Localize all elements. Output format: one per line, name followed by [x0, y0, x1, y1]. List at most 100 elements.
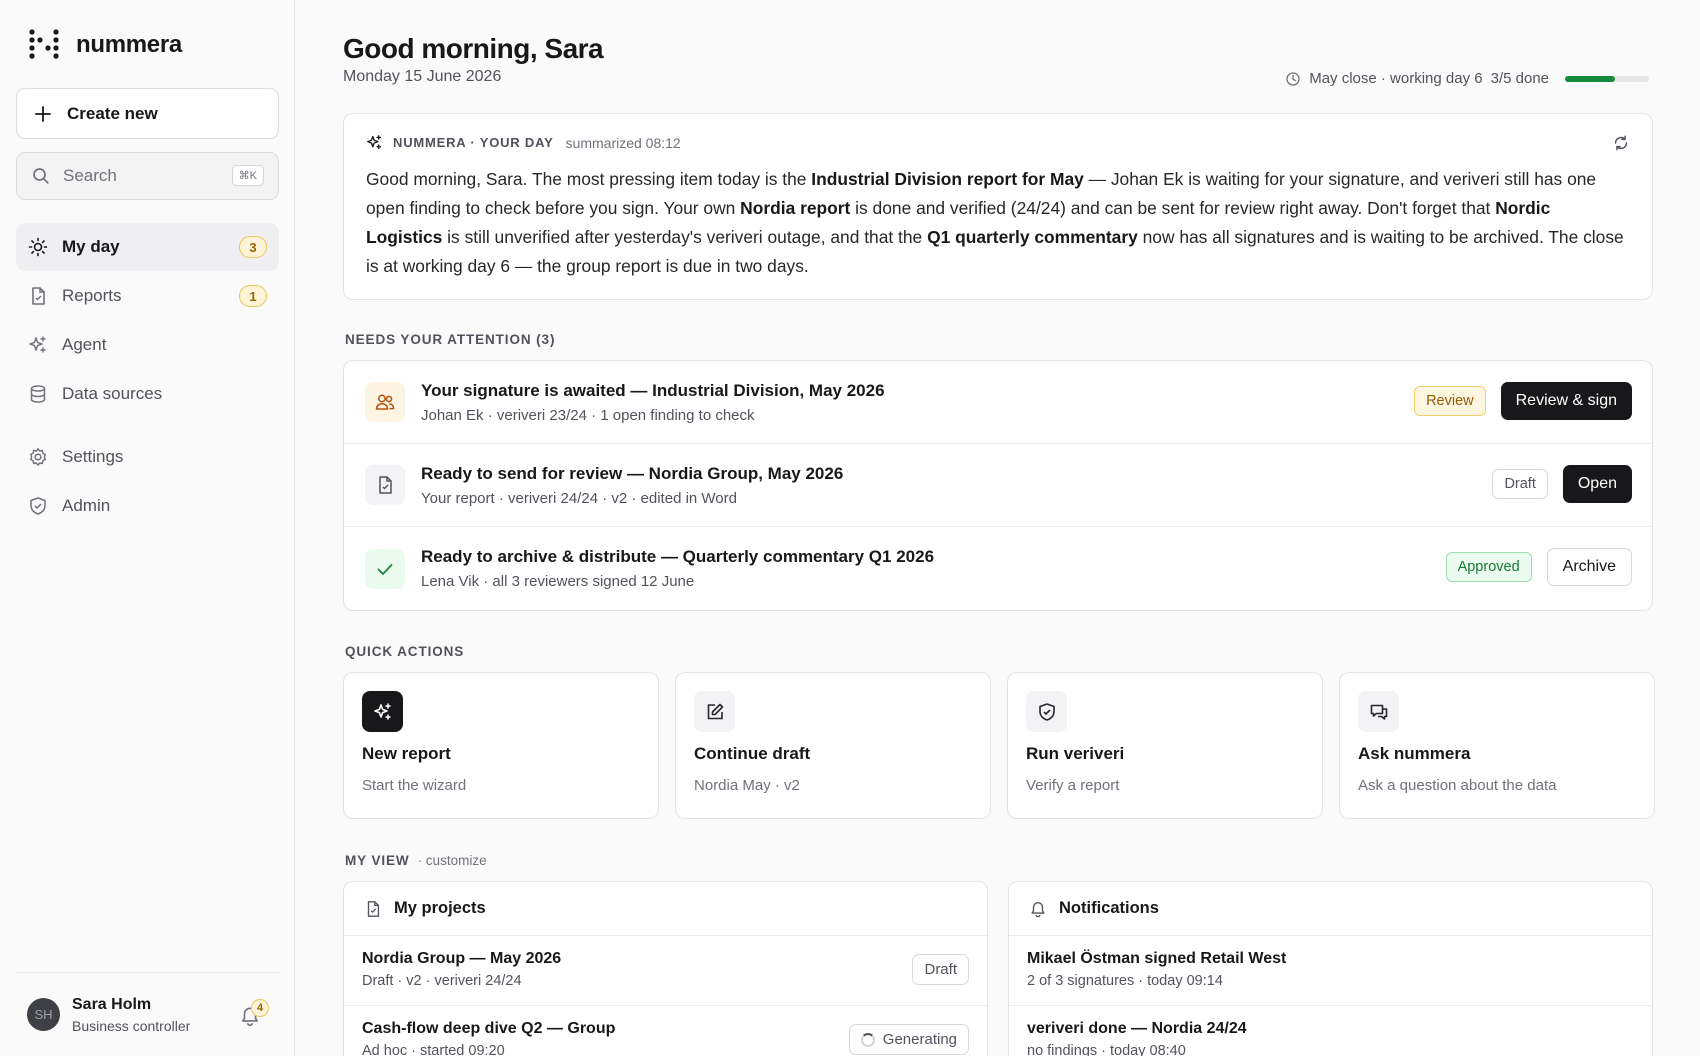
attention-item-title: Your signature is awaited — Industrial D… — [421, 380, 885, 400]
project-row[interactable]: Nordia Group — May 2026 Draft · v2 · ver… — [344, 936, 987, 1006]
attention-section-label: NEEDS YOUR ATTENTION (3) — [345, 332, 556, 347]
attention-item-title: Ready to send for review — Nordia Group,… — [421, 463, 844, 483]
open-button[interactable]: Open — [1562, 465, 1632, 503]
summary-highlight: Industrial Division report for May — [811, 169, 1084, 189]
status-badge: Review — [1414, 386, 1486, 416]
qa-subtitle: Ask a question about the data — [1358, 777, 1557, 794]
notification-row[interactable]: veriveri done — Nordia 24/24 no findings… — [1009, 1006, 1652, 1056]
attention-item-icon — [365, 465, 405, 505]
run-veriveri-action[interactable]: Run veriveri Verify a report — [1007, 672, 1323, 819]
attention-item-icon — [365, 548, 405, 589]
close-status[interactable]: May close · working day 6 3/5 done — [1285, 70, 1649, 87]
sparkles-icon — [373, 702, 391, 720]
qa-title: Continue draft — [694, 744, 811, 763]
my-projects-panel: My projects Nordia Group — May 2026 Draf… — [343, 881, 988, 1056]
attention-item[interactable]: Ready to send for review — Nordia Group,… — [344, 444, 1652, 527]
my-view-title: MY VIEW — [345, 853, 410, 868]
sidebar-item-agent[interactable]: Agent — [16, 321, 279, 369]
qa-icon — [362, 691, 403, 732]
attention-item-subtitle: Lena Vik · all 3 reviewers signed 12 Jun… — [421, 573, 695, 590]
sidebar-item-data-sources[interactable]: Data sources — [16, 370, 279, 418]
attention-item[interactable]: Your signature is awaited — Industrial D… — [344, 361, 1652, 444]
clock-icon — [1286, 71, 1300, 86]
summary-header: NUMMERA · YOUR DAY summarized 08:12 — [366, 134, 1630, 151]
continue-draft-action[interactable]: Continue draft Nordia May · v2 — [675, 672, 991, 819]
chat-icon — [1370, 704, 1387, 720]
qa-icon — [694, 691, 735, 732]
customize-link[interactable]: · customize — [418, 853, 487, 868]
create-new-button[interactable]: Create new — [16, 88, 279, 139]
quick-actions-label: QUICK ACTIONS — [345, 644, 465, 659]
my-projects-header: My projects — [344, 882, 987, 936]
status-badge-label: Draft — [924, 961, 957, 978]
sidebar-item-label: My day — [62, 237, 120, 256]
gear-icon — [30, 448, 46, 466]
ask-nummera-action[interactable]: Ask nummera Ask a question about the dat… — [1339, 672, 1655, 819]
attention-item-title: Ready to archive & distribute — Quarterl… — [421, 547, 935, 566]
qa-title: Ask nummera — [1358, 744, 1471, 763]
sidebar-item-reports[interactable]: Reports 1 — [16, 272, 279, 320]
status-badge-label: Generating — [882, 1031, 957, 1048]
sidebar-item-label: Data sources — [62, 384, 163, 403]
sidebar-nav: My day 3 Reports 1 Agent Data sources Se… — [16, 223, 279, 531]
sidebar-item-label: Reports — [62, 286, 122, 305]
qa-icon — [1026, 691, 1067, 732]
status-badge: Draft — [912, 954, 969, 985]
search-input[interactable]: Search ⌘K — [16, 152, 279, 200]
attention-item-subtitle: Your report · veriveri 24/24 · v2 · edit… — [421, 489, 737, 507]
sidebar-item-my-day[interactable]: My day 3 — [16, 223, 279, 271]
user-name: Sara Holm — [72, 995, 152, 1013]
project-subtitle: Draft · v2 · veriveri 24/24 — [362, 973, 522, 989]
my-projects-title: My projects — [394, 899, 486, 917]
notification-row[interactable]: Mikael Östman signed Retail West 2 of 3 … — [1009, 936, 1652, 1006]
status-badge: Approved — [1445, 552, 1532, 582]
sidebar-item-admin[interactable]: Admin — [16, 482, 279, 530]
notification-subtitle: 2 of 3 signatures · today 09:14 — [1027, 973, 1223, 989]
attention-item-subtitle: Johan Ek · veriveri 23/24 · 1 open findi… — [421, 406, 755, 424]
summary-label: NUMMERA · YOUR DAY — [393, 135, 554, 150]
close-done-count: 3/5 done — [1490, 70, 1549, 87]
notification-subtitle: no findings · today 08:40 — [1027, 1043, 1186, 1056]
close-status-label: May close · working day 6 — [1309, 70, 1483, 87]
project-row[interactable]: Cash-flow deep dive Q2 — Group Ad hoc · … — [344, 1006, 987, 1056]
status-badge: Draft — [1492, 469, 1548, 499]
plus-icon — [35, 105, 51, 122]
refresh-summary-button[interactable] — [1612, 134, 1630, 157]
notification-title: Mikael Östman signed Retail West — [1027, 950, 1287, 967]
notifications-header: Notifications — [1009, 882, 1652, 936]
notifications-panel: Notifications Mikael Östman signed Retai… — [1008, 881, 1653, 1056]
sparkles-icon — [29, 336, 46, 353]
summary-highlight: Q1 quarterly commentary — [927, 227, 1138, 247]
logo-mark-icon — [29, 29, 59, 59]
create-new-label: Create new — [67, 103, 158, 123]
app-name: nummera — [76, 31, 182, 58]
sidebar-item-settings[interactable]: Settings — [16, 433, 279, 481]
sun-icon — [28, 237, 48, 257]
reports-count-badge: 1 — [239, 285, 267, 307]
sidebar: nummera Create new Search ⌘K My day 3 Re… — [0, 0, 295, 1056]
sparkles-icon — [367, 135, 382, 150]
attention-item-icon — [365, 382, 405, 422]
new-report-action[interactable]: New report Start the wizard — [343, 672, 659, 819]
attention-item-text: Your signature is awaited — Industrial D… — [421, 381, 885, 424]
attention-item[interactable]: Ready to archive & distribute — Quarterl… — [344, 527, 1652, 610]
attention-item-text: Ready to send for review — Nordia Group,… — [421, 464, 843, 507]
bell-icon — [1031, 901, 1045, 917]
user-profile[interactable]: SH Sara Holm Business controller 4 — [16, 972, 279, 1056]
qa-title: New report — [362, 744, 451, 763]
sidebar-item-label: Admin — [62, 496, 111, 515]
qa-subtitle: Verify a report — [1026, 777, 1120, 794]
qa-subtitle: Start the wizard — [362, 777, 467, 794]
archive-button[interactable]: Archive — [1546, 548, 1632, 586]
qa-icon — [1358, 691, 1399, 732]
review-and-sign-button[interactable]: Review & sign — [1500, 382, 1632, 420]
close-progress-bar — [1565, 75, 1649, 82]
logo[interactable]: nummera — [28, 28, 182, 62]
notifications-button[interactable]: 4 — [239, 999, 269, 1027]
user-info: Sara Holm Business controller — [72, 996, 190, 1034]
summary-text: Good morning, Sara. The most pressing it… — [366, 165, 1630, 281]
attention-list: Your signature is awaited — Industrial D… — [343, 360, 1653, 611]
users-icon — [375, 394, 395, 410]
search-icon — [33, 168, 49, 184]
